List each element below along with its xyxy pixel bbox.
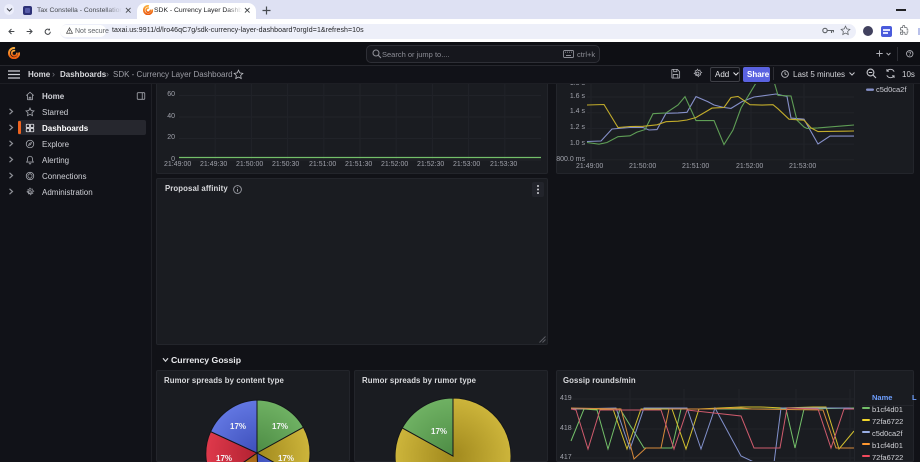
svg-text:17%: 17% <box>216 454 232 462</box>
svg-text:17%: 17% <box>230 422 246 431</box>
svg-text:17%: 17% <box>278 454 294 462</box>
svg-text:17%: 17% <box>272 422 288 431</box>
svg-text:17%: 17% <box>431 427 447 436</box>
